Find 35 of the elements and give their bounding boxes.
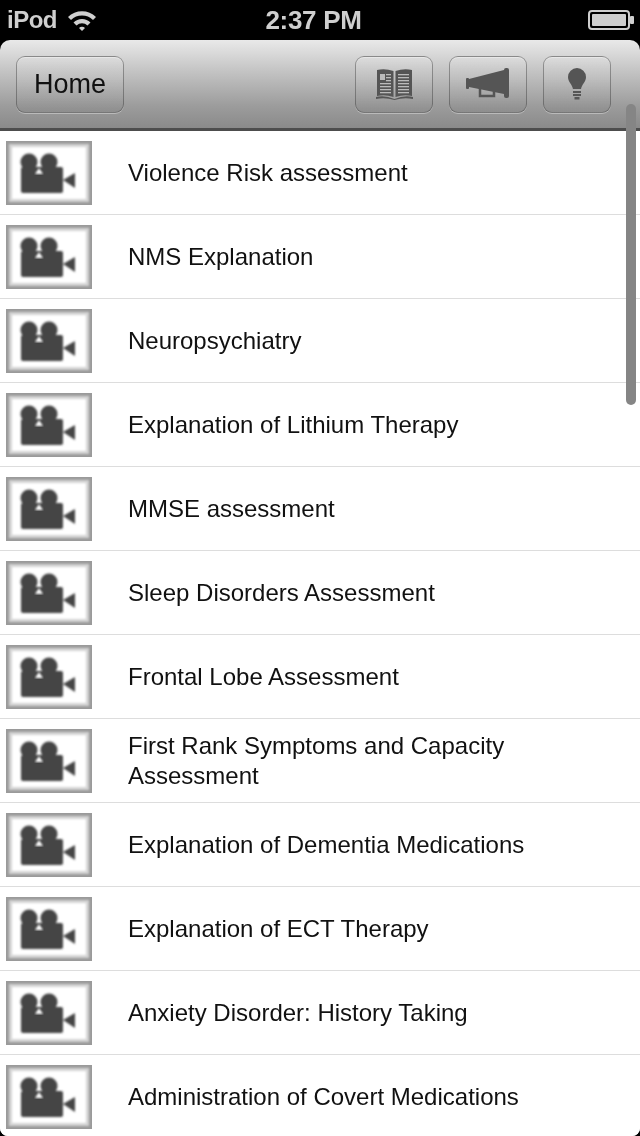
status-time: 2:37 PM — [265, 4, 362, 36]
home-button[interactable]: Home — [16, 55, 124, 113]
video-title: NMS Explanation — [128, 241, 315, 272]
video-title: Sleep Disorders Assessment — [128, 577, 436, 608]
video-camera-icon — [6, 1064, 92, 1129]
video-title: Frontal Lobe Assessment — [128, 661, 400, 692]
video-title: Explanation of Lithium Therapy — [128, 409, 460, 440]
megaphone-button[interactable] — [449, 55, 527, 113]
lightbulb-icon — [568, 68, 586, 100]
video-camera-icon — [6, 140, 92, 205]
video-camera-icon — [6, 896, 92, 961]
video-camera-icon — [6, 980, 92, 1045]
carrier-name: iPod — [7, 6, 57, 34]
video-camera-icon — [6, 728, 92, 793]
video-title: Neuropsychiatry — [128, 325, 303, 356]
video-camera-icon — [6, 812, 92, 877]
video-camera-icon — [6, 224, 92, 289]
video-title: First Rank Symptoms and Capacity Assessment — [128, 730, 506, 791]
video-title: Explanation of Dementia Medications — [128, 829, 526, 860]
video-camera-icon — [6, 560, 92, 625]
video-title: Violence Risk assessment — [128, 157, 409, 188]
book-button[interactable] — [355, 55, 433, 113]
video-camera-icon — [6, 392, 92, 457]
video-title: Anxiety Disorder: History Taking — [128, 997, 469, 1028]
battery-icon — [588, 10, 634, 30]
megaphone-icon — [465, 68, 511, 100]
video-title: Explanation of ECT Therapy — [128, 913, 430, 944]
video-title: Administration of Covert Medications — [128, 1081, 520, 1112]
wifi-icon — [67, 9, 97, 31]
video-camera-icon — [6, 476, 92, 541]
video-camera-icon — [6, 644, 92, 709]
book-icon — [375, 68, 413, 100]
video-title: MMSE assessment — [128, 493, 336, 524]
video-camera-icon — [6, 308, 92, 373]
lightbulb-button[interactable] — [543, 55, 611, 113]
